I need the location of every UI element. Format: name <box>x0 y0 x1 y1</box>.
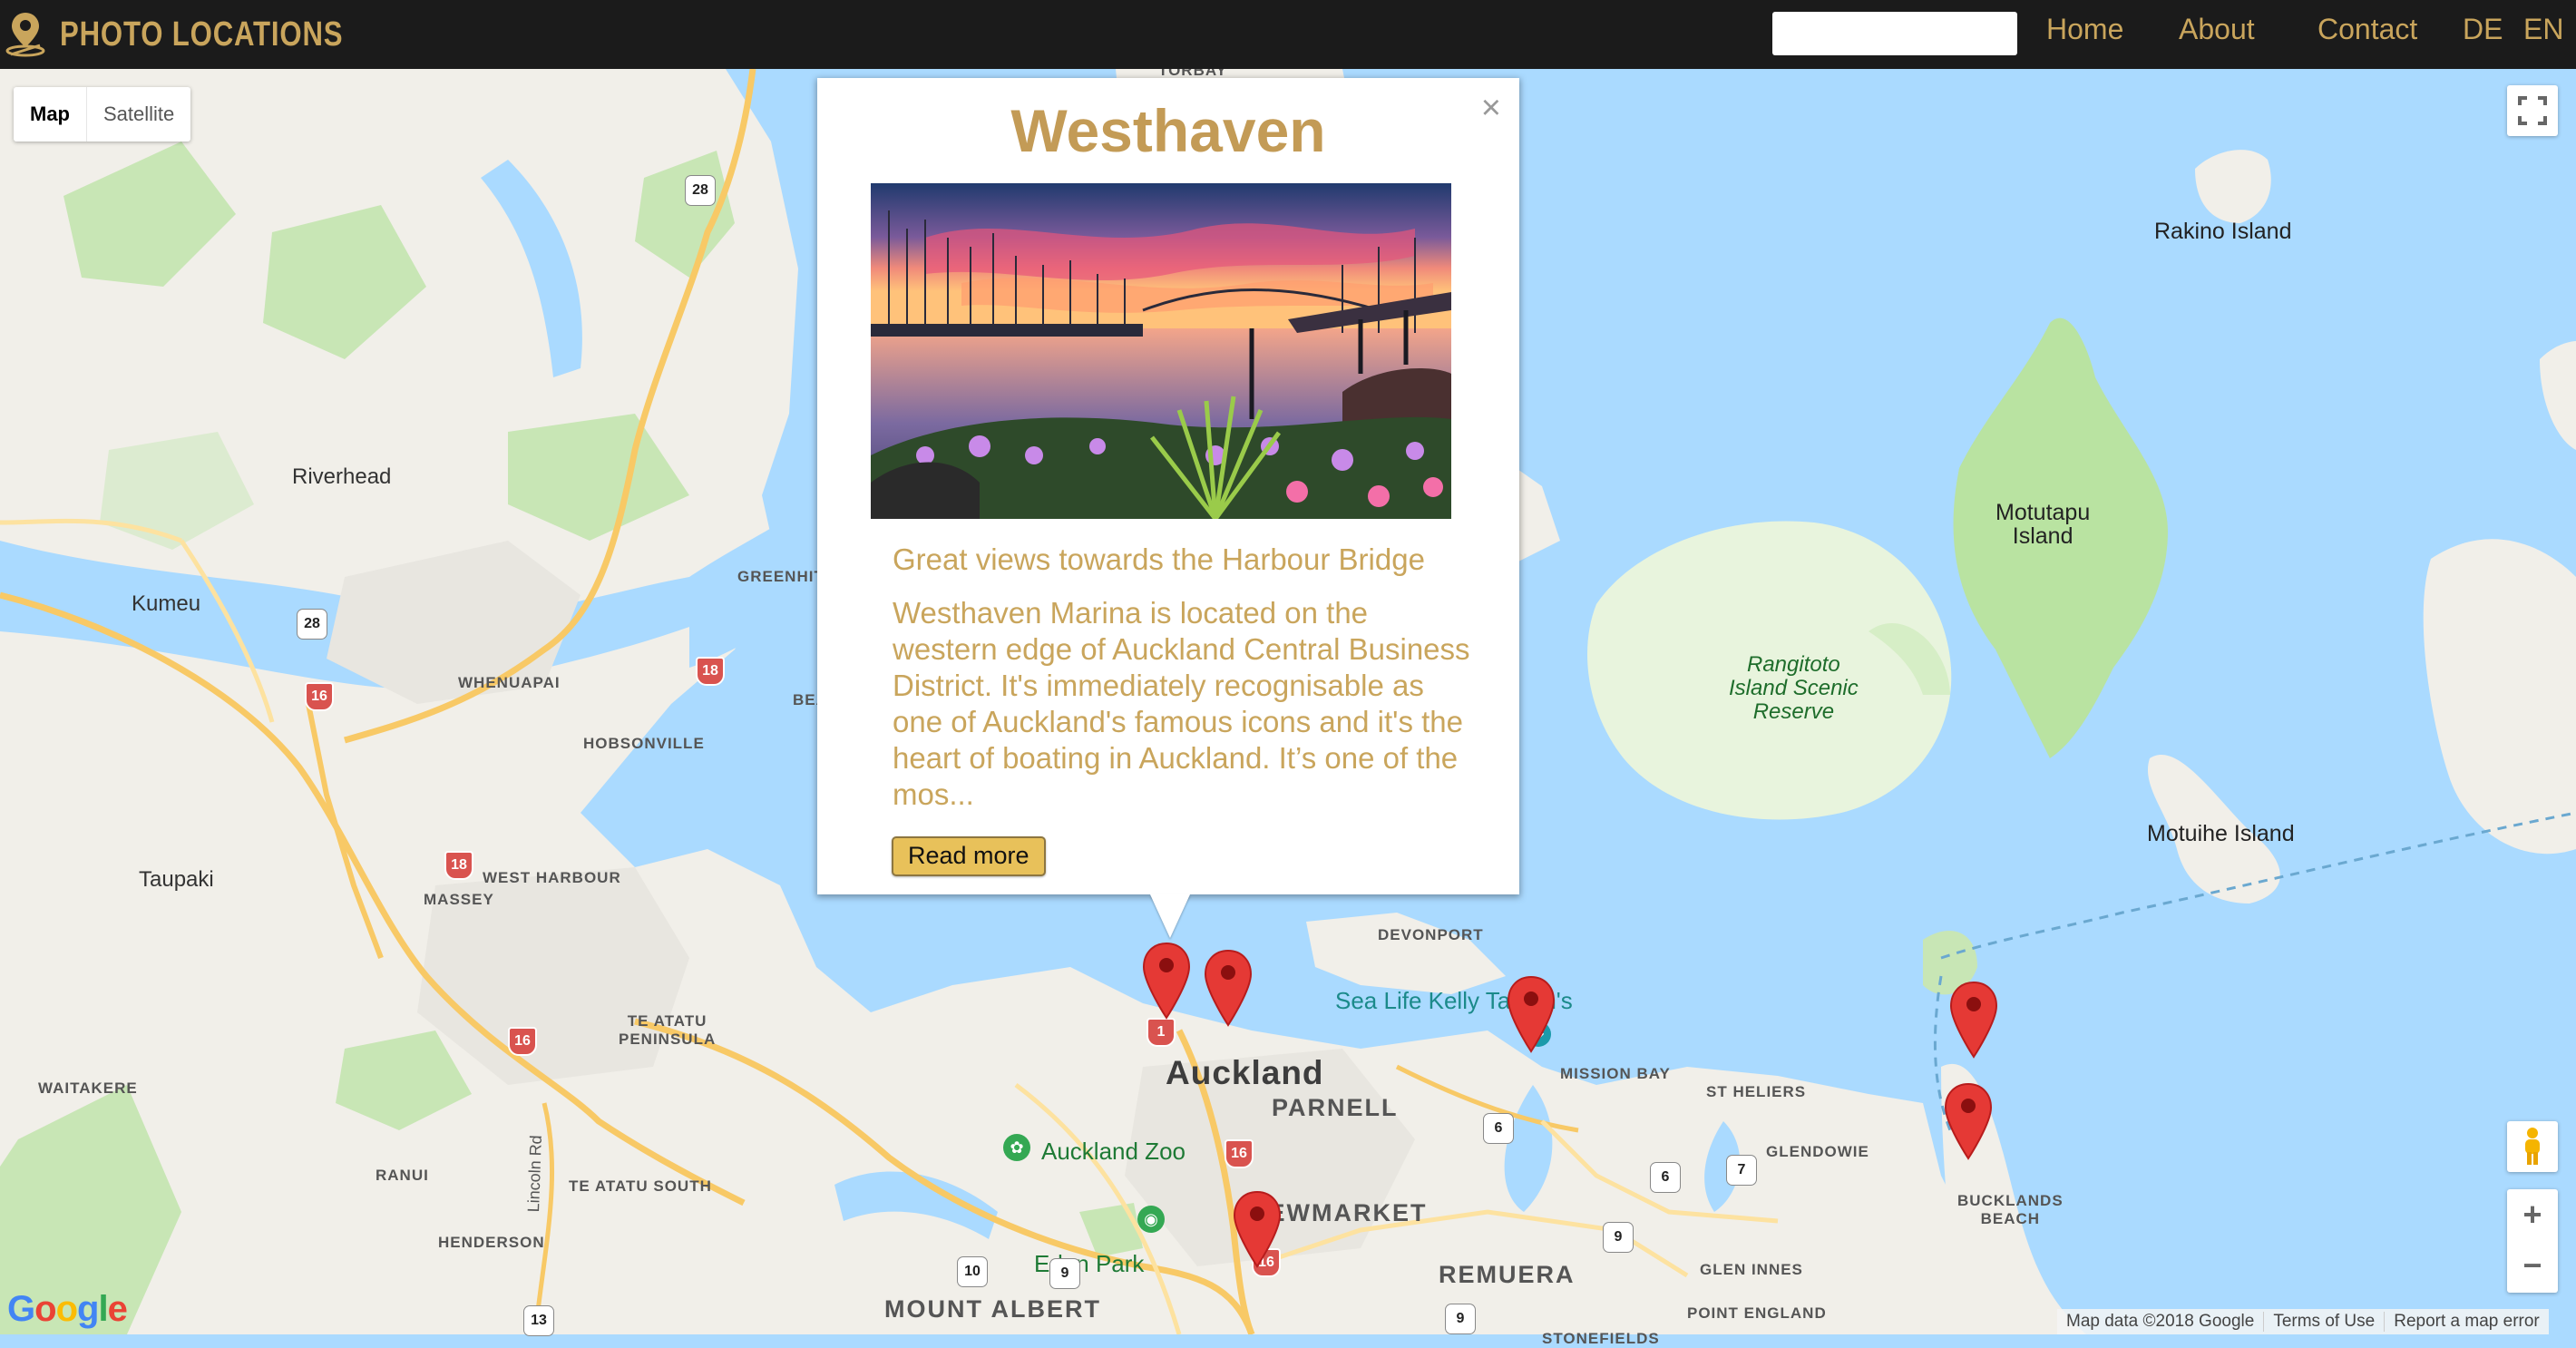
brand-name: PHOTO LOCATIONS <box>60 15 344 54</box>
location-description: Westhaven Marina is located on the weste… <box>893 596 1470 811</box>
pegman-icon <box>2525 1128 2540 1165</box>
google-logo[interactable]: Google <box>7 1289 128 1330</box>
nav-link-contact[interactable]: Contact <box>2317 13 2417 46</box>
zoom-control: + − <box>2507 1189 2558 1293</box>
location-photo <box>871 183 1451 519</box>
route-shield: 6 <box>1484 1114 1513 1143</box>
nav-link-home[interactable]: Home <box>2046 13 2123 46</box>
label-devonport: DEVONPORT <box>1378 926 1484 943</box>
language-de[interactable]: DE <box>2463 13 2503 46</box>
top-navbar: PHOTO LOCATIONS Home About Contact DE EN <box>0 0 2576 69</box>
google-logo-letter: G <box>7 1289 35 1329</box>
label-greenhithe: GREENHIT <box>737 568 825 585</box>
route-shield: 9 <box>1050 1259 1079 1288</box>
marina-photo-image <box>871 183 1451 519</box>
language-en[interactable]: EN <box>2523 13 2563 46</box>
label-lincoln-rd: Lincoln Rd <box>524 1134 545 1213</box>
google-logo-letter: o <box>34 1289 56 1329</box>
zoo-poi-icon[interactable]: ✿ <box>1003 1134 1030 1161</box>
location-subtitle: Great views towards the Harbour Bridge <box>893 542 1425 576</box>
location-title: Westhaven <box>1010 97 1326 164</box>
stadium-poi-icon[interactable]: ◉ <box>1137 1206 1165 1233</box>
label-whenuapai: WHENUAPAI <box>458 674 561 691</box>
label-bucklands-beach: BUCKLANDS BEACH <box>1957 1192 2064 1227</box>
label-massey: MASSEY <box>424 891 494 908</box>
label-rakino-island: Rakino Island <box>2154 219 2292 244</box>
location-marker[interactable] <box>1232 1190 1283 1268</box>
label-rangitoto-reserve: Rangitoto Island Scenic Reserve <box>1729 652 1859 724</box>
fullscreen-icon <box>2518 96 2547 125</box>
label-ranui: RANUI <box>376 1167 429 1184</box>
read-more-button[interactable]: Read more <box>892 836 1046 876</box>
label-stonefields: STONEFIELDS <box>1542 1330 1660 1347</box>
label-te-atatu-peninsula: TE ATATU PENINSULA <box>619 1012 717 1048</box>
report-map-error-link[interactable]: Report a map error <box>2384 1312 2549 1332</box>
label-riverhead: Riverhead <box>292 464 392 489</box>
label-mount-albert: MOUNT ALBERT <box>884 1295 1101 1323</box>
label-henderson: HENDERSON <box>438 1234 545 1251</box>
route-shield: 7 <box>1727 1156 1756 1185</box>
label-st-heliers: ST HELIERS <box>1706 1083 1807 1100</box>
label-te-atatu-south: TE ATATU SOUTH <box>569 1177 712 1195</box>
search-input[interactable] <box>1772 12 2017 55</box>
location-pin-icon <box>5 13 45 57</box>
map-data-credit: Map data ©2018 Google <box>2066 1312 2255 1331</box>
location-marker-westhaven[interactable] <box>1141 942 1192 1020</box>
google-logo-letter: e <box>107 1289 128 1329</box>
route-shield: 9 <box>1604 1223 1633 1252</box>
info-window: × Westhaven Great views towards the Harb… <box>817 78 1519 894</box>
label-point-england: POINT ENGLAND <box>1687 1304 1827 1322</box>
location-marker[interactable] <box>1506 975 1556 1053</box>
info-window-pointer <box>1150 894 1190 938</box>
route-shield: 9 <box>1446 1304 1475 1333</box>
label-waitakere: WAITAKERE <box>38 1079 138 1097</box>
route-shield: 28 <box>686 176 715 205</box>
map-attribution: Map data ©2018 Google Terms of Use Repor… <box>2057 1309 2549 1334</box>
label-parnell: PARNELL <box>1272 1094 1399 1121</box>
brand-logo[interactable]: PHOTO LOCATIONS <box>4 7 405 62</box>
label-motuihe-island: Motuihe Island <box>2147 821 2295 846</box>
label-taupaki: Taupaki <box>139 867 214 892</box>
route-shield: 6 <box>1651 1163 1680 1192</box>
google-logo-letter: g <box>77 1289 99 1329</box>
street-view-button[interactable] <box>2507 1121 2558 1172</box>
label-motutapu-island: Motutapu Island <box>1995 500 2091 549</box>
label-mission-bay: MISSION BAY <box>1560 1065 1671 1082</box>
map-type-satellite-button[interactable]: Satellite <box>87 87 190 142</box>
label-hobsonville: HOBSONVILLE <box>583 735 705 752</box>
zoom-in-button[interactable]: + <box>2507 1189 2558 1240</box>
route-shield: 18 <box>696 657 725 686</box>
route-shield: 18 <box>444 851 473 880</box>
route-shield: 16 <box>508 1027 537 1056</box>
label-kumeu: Kumeu <box>132 591 201 616</box>
route-shield: 1 <box>1147 1018 1176 1047</box>
google-logo-letter: o <box>55 1289 78 1329</box>
location-marker[interactable] <box>1203 949 1254 1027</box>
fullscreen-button[interactable] <box>2507 85 2558 136</box>
label-auckland: Auckland <box>1166 1054 1324 1091</box>
label-glen-innes: GLEN INNES <box>1700 1261 1803 1278</box>
zoom-out-button[interactable]: − <box>2507 1240 2558 1291</box>
route-shield: 16 <box>1225 1139 1254 1168</box>
google-logo-letter: l <box>98 1289 108 1329</box>
label-west-harbour: WEST HARBOUR <box>483 869 621 886</box>
terms-of-use-link[interactable]: Terms of Use <box>2263 1312 2384 1332</box>
route-shield: 16 <box>305 682 334 711</box>
route-shield: 13 <box>524 1306 553 1335</box>
location-marker[interactable] <box>1943 1082 1994 1160</box>
map-type-map-button[interactable]: Map <box>14 87 87 142</box>
route-shield: 10 <box>958 1257 987 1286</box>
map-type-control: Map Satellite <box>14 87 191 142</box>
nav-link-about[interactable]: About <box>2179 13 2255 46</box>
label-glendowie: GLENDOWIE <box>1766 1143 1869 1160</box>
route-shield: 28 <box>298 610 327 639</box>
label-remuera: REMUERA <box>1439 1261 1576 1288</box>
location-marker[interactable] <box>1948 981 1999 1059</box>
label-auckland-zoo[interactable]: Auckland Zoo <box>1041 1138 1186 1166</box>
